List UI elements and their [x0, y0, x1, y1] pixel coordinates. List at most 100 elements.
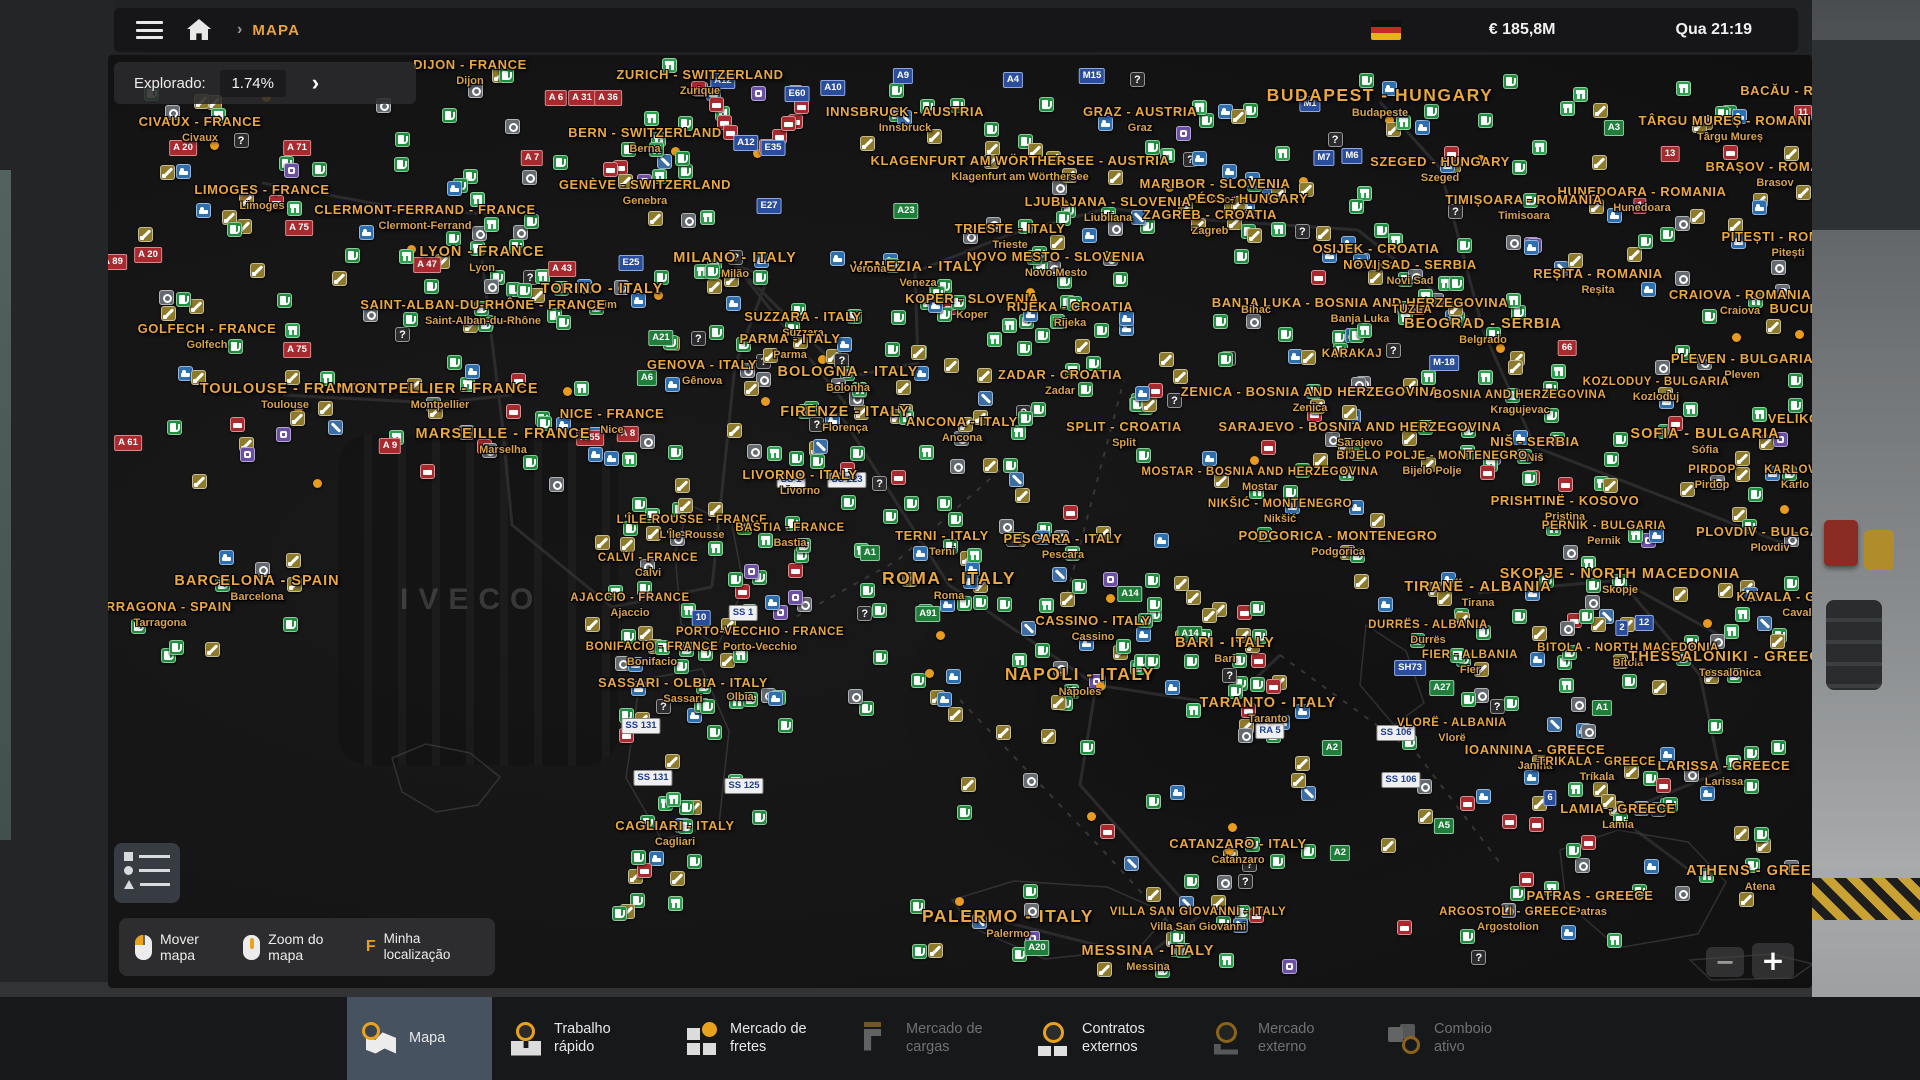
city-label[interactable]: MOSTAR - BOSNIA AND HERZEGOVINAMostar	[1141, 462, 1378, 493]
map-marker-rest[interactable]	[1165, 680, 1180, 695]
map-marker-purple[interactable]	[788, 590, 803, 605]
map-marker-rest[interactable]	[726, 296, 741, 311]
map-marker-fuel[interactable]	[394, 157, 409, 172]
tab-freight[interactable]: Mercado de fretes	[668, 997, 844, 1080]
map-marker-photo[interactable]	[640, 434, 655, 449]
map-marker-service[interactable]	[1075, 339, 1090, 354]
map-marker-service[interactable]	[860, 136, 875, 151]
city-label[interactable]: BOSNIA AND HERZEGOVINAKragujevac	[1434, 385, 1607, 416]
map-marker-service[interactable]	[160, 165, 175, 180]
tab-convoy[interactable]: Comboio ativo	[1372, 997, 1548, 1080]
map-marker-garage[interactable]	[1532, 140, 1547, 155]
map-marker-service[interactable]	[1739, 892, 1754, 907]
city-label[interactable]: ATHENS - GREECEAtena	[1686, 862, 1812, 893]
city-label[interactable]: THESSALONIKI - GREECETessalônica	[1628, 648, 1812, 679]
map-marker-purple[interactable]	[744, 564, 759, 579]
map-marker-service[interactable]	[1370, 513, 1385, 528]
map-marker-service[interactable]	[670, 871, 685, 886]
map-marker-garage[interactable]	[1551, 364, 1566, 379]
city-label[interactable]: MONTPELLIER - FRANCEMontpellier	[341, 380, 538, 411]
city-label[interactable]: TERNI - ITALYTerni	[895, 527, 989, 558]
city-label[interactable]: LYON - FRANCELyon	[419, 243, 544, 274]
world-map[interactable]: IVECO {"":""}	[108, 55, 1812, 988]
map-marker-service[interactable]	[983, 458, 998, 473]
map-marker-photo[interactable]	[1506, 235, 1521, 250]
map-marker-garage[interactable]	[1506, 293, 1521, 308]
map-marker-fuel[interactable]	[850, 446, 865, 461]
city-label[interactable]: CIVAUX - FRANCECivaux	[139, 113, 262, 144]
map-marker-fuel[interactable]	[1003, 458, 1018, 473]
map-marker-fuel[interactable]	[1512, 160, 1527, 175]
map-marker-photo[interactable]	[1563, 545, 1578, 560]
map-marker-fuel[interactable]	[1566, 843, 1581, 858]
map-marker-service[interactable]	[332, 271, 347, 286]
map-marker-fuel[interactable]	[1510, 886, 1525, 901]
map-marker-fuel[interactable]	[169, 640, 184, 655]
map-marker-red[interactable]	[891, 470, 906, 485]
city-label[interactable]: Bihać	[1241, 303, 1271, 316]
city-label[interactable]: TIRANË - ALBANIATirana	[1404, 578, 1552, 609]
map-marker-fuel[interactable]	[167, 420, 182, 435]
map-marker-fuel[interactable]	[1234, 249, 1249, 264]
map-marker-red[interactable]	[230, 417, 245, 432]
map-marker-rest[interactable]	[1644, 859, 1659, 874]
map-marker-fuel[interactable]	[1512, 609, 1527, 624]
map-marker-garage[interactable]	[668, 896, 683, 911]
city-label[interactable]: BEOGRAD - SERBIABelgrado	[1404, 315, 1562, 346]
map-marker-fuel[interactable]	[1146, 794, 1161, 809]
tab-external[interactable]: Mercado externo	[1196, 997, 1372, 1080]
map-marker-garage[interactable]	[666, 792, 681, 807]
map-marker-service[interactable]	[286, 553, 301, 568]
map-marker-service[interactable]	[1173, 369, 1188, 384]
map-marker-rest[interactable]	[447, 181, 462, 196]
city-label[interactable]: FIER - ALBANIAFier	[1422, 645, 1518, 676]
map-marker-quest[interactable]	[1130, 72, 1145, 87]
map-marker-fuel[interactable]	[728, 572, 743, 587]
map-marker-fuel[interactable]	[1604, 452, 1619, 467]
map-marker-bluetool[interactable]	[328, 420, 343, 435]
map-marker-service[interactable]	[1735, 467, 1750, 482]
map-marker-service[interactable]	[1418, 809, 1433, 824]
city-label[interactable]: PITEȘTI - ROMANIAPitești	[1722, 228, 1812, 259]
map-marker-service[interactable]	[1770, 634, 1785, 649]
map-marker-rest[interactable]	[604, 451, 619, 466]
map-marker-rest[interactable]	[1752, 200, 1767, 215]
map-marker-service[interactable]	[1381, 838, 1396, 853]
map-marker-red[interactable]	[1100, 824, 1115, 839]
map-marker-photo[interactable]	[505, 119, 520, 134]
city-label[interactable]: NOVO MESTO - SLOVENIANovo Mesto	[967, 248, 1146, 279]
city-label[interactable]: VELIKO TARNOVO	[1768, 410, 1812, 428]
map-marker-service[interactable]	[189, 299, 204, 314]
map-marker-photo[interactable]	[1474, 688, 1489, 703]
map-marker-garage[interactable]	[1357, 323, 1372, 338]
map-marker-photo[interactable]	[1675, 216, 1690, 231]
map-marker-photo[interactable]	[1575, 858, 1590, 873]
city-label[interactable]: PODGORICA - MONTENEGROPodgorica	[1238, 527, 1437, 558]
map-marker-service[interactable]	[727, 423, 742, 438]
map-marker-quest[interactable]	[691, 331, 706, 346]
map-marker-quest[interactable]	[1386, 343, 1401, 358]
map-marker-photo[interactable]	[681, 213, 696, 228]
map-marker-rest[interactable]	[588, 447, 603, 462]
map-marker-photo[interactable]	[1585, 595, 1600, 610]
map-marker-service[interactable]	[961, 777, 976, 792]
map-marker-quest[interactable]	[872, 476, 887, 491]
map-marker-fuel[interactable]	[789, 451, 804, 466]
map-marker-quest[interactable]	[857, 606, 872, 621]
map-marker-fuel[interactable]	[1018, 411, 1033, 426]
map-marker-service[interactable]	[1652, 680, 1667, 695]
map-marker-fuel[interactable]	[911, 673, 926, 688]
city-label[interactable]: CAGLIARI - ITALYCagliari	[615, 817, 734, 848]
map-marker-fuel[interactable]	[1145, 573, 1160, 588]
map-marker-service[interactable]	[648, 211, 663, 226]
city-label[interactable]: ANCONA - ITALYAncona	[906, 413, 1018, 444]
map-marker-rest[interactable]	[1476, 789, 1491, 804]
map-marker-photo[interactable]	[1560, 621, 1575, 636]
tab-contracts[interactable]: Contratos externos	[1020, 997, 1196, 1080]
map-marker-fuel[interactable]	[709, 325, 724, 340]
city-label[interactable]: SPLIT - CROATIASplit	[1066, 418, 1182, 449]
city-label[interactable]: CLERMONT-FERRAND - FRANCEClermont-Ferran…	[314, 201, 536, 232]
map-marker-garage[interactable]	[574, 381, 589, 396]
city-label[interactable]: PERNIK - BULGARIAPernik	[1542, 516, 1667, 547]
map-marker-fuel[interactable]	[1250, 677, 1265, 692]
